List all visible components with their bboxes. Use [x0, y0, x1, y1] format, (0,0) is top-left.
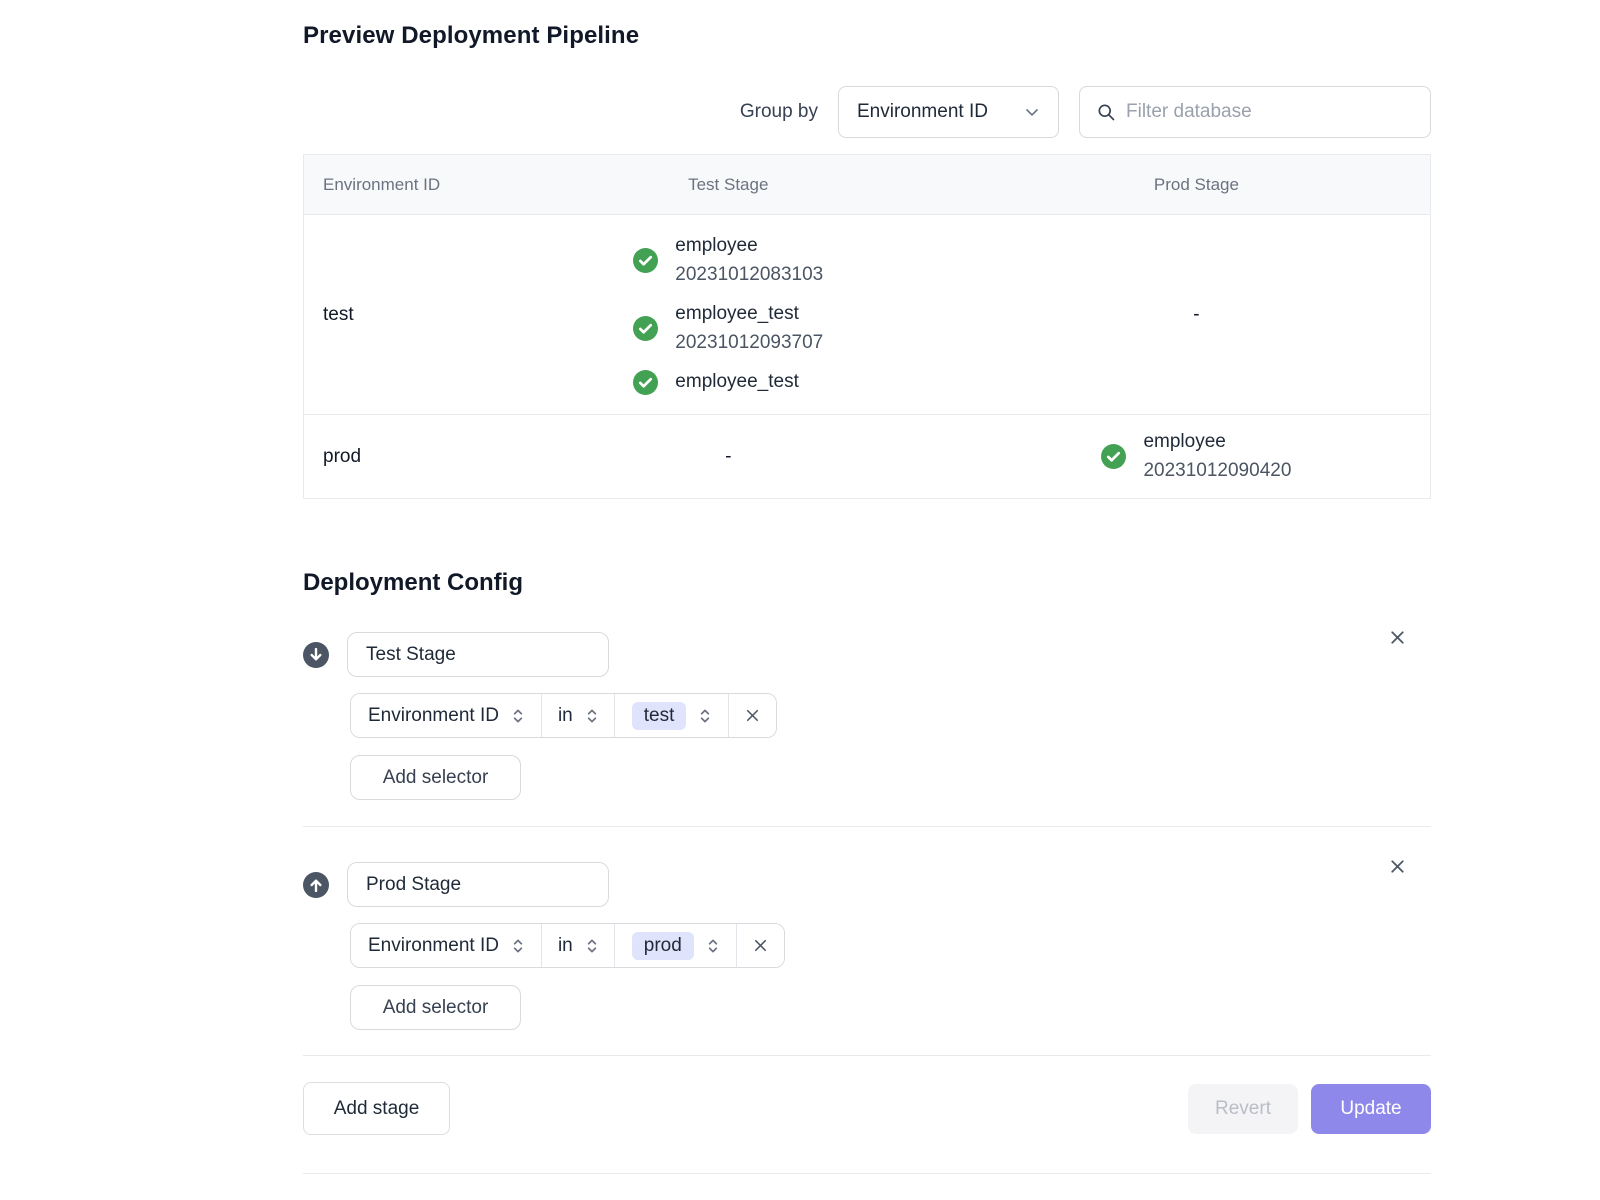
check-circle-icon: [633, 248, 658, 273]
task-version: 20231012083103: [675, 261, 823, 290]
stage-config-prod: Environment ID in prod: [303, 862, 1431, 1030]
search-icon: [1096, 102, 1116, 122]
up-down-chevrons-icon: [696, 707, 714, 725]
stage-name-input[interactable]: [347, 632, 609, 677]
task-name: employee: [675, 232, 823, 261]
task-name: employee_test: [675, 300, 823, 329]
empty-placeholder: -: [725, 446, 731, 468]
up-down-chevrons-icon: [704, 937, 722, 955]
prod-stage-cell: employee 20231012090420: [963, 428, 1430, 485]
up-down-chevrons-icon: [509, 937, 527, 955]
filter-database-input[interactable]: [1126, 101, 1414, 123]
column-header-environment: Environment ID: [304, 175, 494, 195]
check-circle-icon: [1101, 444, 1126, 469]
selector-operator-value: in: [558, 935, 573, 957]
task-item: employee 20231012083103: [633, 232, 823, 289]
close-icon: [743, 706, 762, 725]
table-row-prod: prod - employee 20231012090420: [304, 414, 1430, 498]
task-name: employee: [1143, 428, 1291, 457]
move-down-icon: [303, 642, 329, 668]
group-by-value: Environment ID: [857, 101, 988, 123]
task-text: employee 20231012083103: [675, 232, 823, 289]
task-text: employee_test: [675, 368, 799, 397]
group-by-select[interactable]: Environment ID: [838, 86, 1059, 138]
deployment-config-title: Deployment Config: [303, 569, 1431, 597]
empty-placeholder: -: [1193, 304, 1199, 326]
close-icon: [751, 936, 770, 955]
selector-values-select[interactable]: test: [614, 694, 729, 737]
config-actions: Add stage Revert Update: [303, 1082, 1431, 1135]
divider: [303, 1055, 1431, 1056]
table-row-test: test employee 20231012083103: [304, 214, 1430, 414]
selector-key-value: Environment ID: [368, 705, 499, 727]
up-down-chevrons-icon: [583, 707, 601, 725]
selector-key-value: Environment ID: [368, 935, 499, 957]
bottom-divider: [303, 1173, 1431, 1174]
label-selector: Environment ID in test: [350, 693, 777, 738]
selector-values-select[interactable]: prod: [614, 924, 736, 967]
revert-button[interactable]: Revert: [1188, 1084, 1298, 1134]
prod-stage-cell: -: [963, 304, 1430, 326]
group-by-label: Group by: [740, 101, 818, 123]
stage-header: [303, 632, 1431, 677]
selector-operator-select[interactable]: in: [541, 694, 614, 737]
pipeline-table-header: Environment ID Test Stage Prod Stage: [304, 155, 1430, 214]
selector-key-select[interactable]: Environment ID: [351, 694, 541, 737]
close-icon: [1387, 856, 1408, 877]
add-selector-button[interactable]: Add selector: [350, 755, 521, 800]
test-stage-cell: -: [494, 446, 963, 468]
task-item: employee_test 20231012093707: [633, 300, 823, 357]
task-item: employee 20231012090420: [1101, 428, 1291, 485]
up-down-chevrons-icon: [509, 707, 527, 725]
chevron-down-icon: [1022, 102, 1042, 122]
close-icon: [1387, 627, 1408, 648]
selector-operator-value: in: [558, 705, 573, 727]
environment-id-cell: prod: [304, 446, 494, 468]
up-down-chevrons-icon: [583, 937, 601, 955]
stage-name-input[interactable]: [347, 862, 609, 907]
filter-database-field: [1079, 86, 1431, 138]
remove-stage-button[interactable]: [1383, 852, 1412, 881]
environment-id-cell: test: [304, 304, 494, 326]
task-text: employee 20231012090420: [1143, 428, 1291, 485]
remove-selector-button[interactable]: [728, 694, 776, 737]
stage-header: [303, 862, 1431, 907]
selector-operator-select[interactable]: in: [541, 924, 614, 967]
divider: [303, 826, 1431, 827]
selector-value-tag: prod: [632, 932, 694, 960]
check-circle-icon: [633, 370, 658, 395]
check-circle-icon: [633, 316, 658, 341]
task-version: 20231012090420: [1143, 457, 1291, 486]
main-content: Preview Deployment Pipeline Group by Env…: [303, 0, 1431, 1174]
test-stage-cell: employee 20231012083103 employee_test 20…: [494, 232, 963, 397]
remove-selector-button[interactable]: [736, 924, 784, 967]
pipeline-toolbar: Group by Environment ID: [303, 86, 1431, 138]
move-up-icon: [303, 872, 329, 898]
task-name: employee_test: [675, 368, 799, 397]
update-button[interactable]: Update: [1311, 1084, 1431, 1134]
column-header-test-stage: Test Stage: [494, 175, 963, 195]
stage-config-test: Environment ID in test: [303, 632, 1431, 800]
column-header-prod-stage: Prod Stage: [963, 175, 1430, 195]
selector-key-select[interactable]: Environment ID: [351, 924, 541, 967]
footer-right-actions: Revert Update: [1188, 1084, 1431, 1134]
task-version: 20231012093707: [675, 329, 823, 358]
task-item: employee_test: [633, 368, 799, 397]
add-selector-button[interactable]: Add selector: [350, 985, 521, 1030]
page-title: Preview Deployment Pipeline: [303, 22, 1431, 50]
selector-value-tag: test: [632, 702, 687, 730]
task-list: employee 20231012083103 employee_test 20…: [633, 232, 823, 397]
label-selector: Environment ID in prod: [350, 923, 785, 968]
pipeline-table: Environment ID Test Stage Prod Stage tes…: [303, 154, 1431, 499]
add-stage-button[interactable]: Add stage: [303, 1082, 450, 1135]
remove-stage-button[interactable]: [1383, 623, 1412, 652]
task-text: employee_test 20231012093707: [675, 300, 823, 357]
